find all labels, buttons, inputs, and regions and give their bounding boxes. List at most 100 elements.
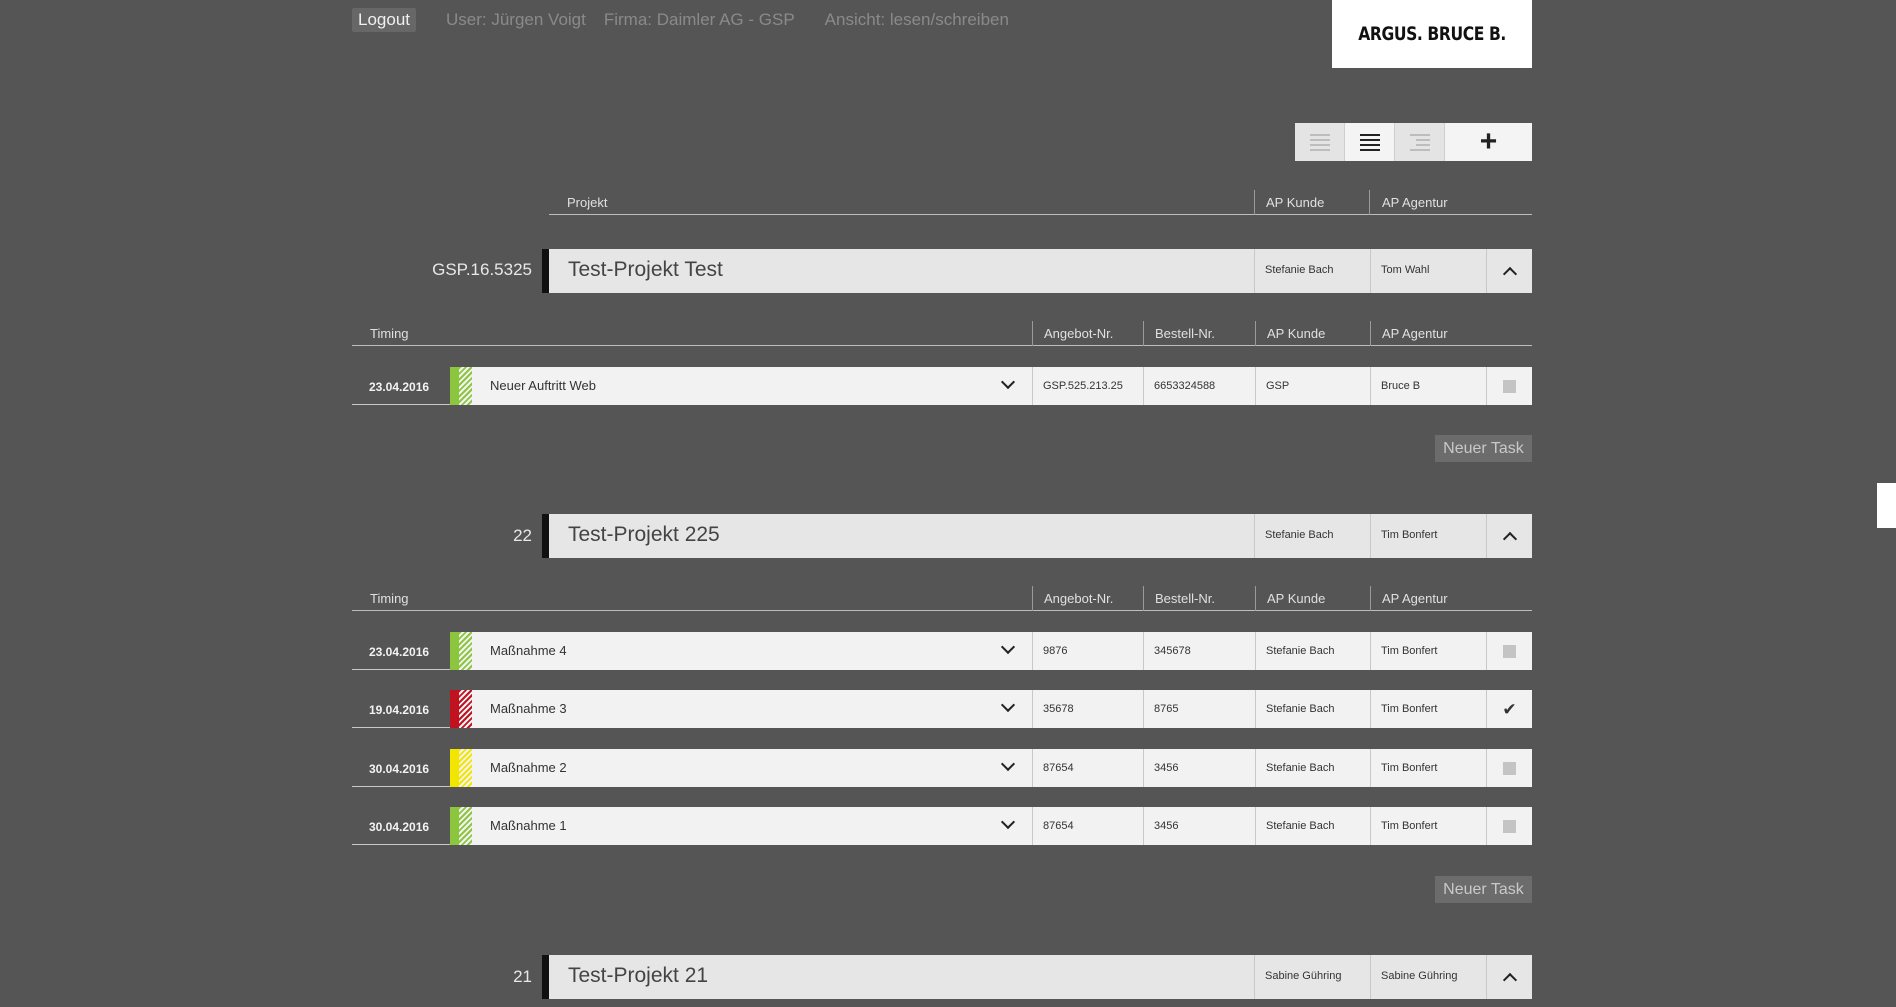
project-ap-kunde: Stefanie Bach [1254, 249, 1370, 293]
task-ap-agentur: Tim Bonfert [1370, 749, 1486, 787]
new-task-button[interactable]: Neuer Task [1435, 876, 1532, 903]
task-checkbox[interactable] [1486, 367, 1532, 405]
project-ap-agentur: Tom Wahl [1370, 249, 1486, 293]
list-detail-icon [1359, 133, 1380, 151]
add-project-button[interactable]: + [1445, 123, 1532, 161]
collapse-project-button[interactable] [1486, 955, 1532, 999]
task-checkbox[interactable] [1486, 749, 1532, 787]
task-row[interactable]: 30.04.2016 Maßnahme 2 87654 3456 Stefani… [352, 749, 1532, 787]
task-date: 30.04.2016 [352, 807, 450, 845]
project-number: 21 [513, 967, 532, 986]
task-date: 30.04.2016 [352, 749, 450, 787]
company-info: Firma: Daimler AG - GSP [603, 10, 795, 29]
view-compact-button[interactable] [1295, 123, 1345, 161]
task-angebot: 35678 [1032, 690, 1143, 728]
column-ap-kunde: AP Kunde [1267, 326, 1326, 341]
chevron-down-icon[interactable] [1000, 697, 1016, 713]
task-name: Maßnahme 3 [490, 701, 567, 716]
project-number: 22 [513, 526, 532, 545]
status-indicator-red [450, 690, 472, 728]
project-table-header: Projekt AP Kunde AP Agentur [549, 190, 1532, 215]
task-ap-kunde: Stefanie Bach [1255, 690, 1370, 728]
chevron-up-icon [1502, 266, 1517, 281]
task-date: 23.04.2016 [352, 632, 450, 670]
task-table-header: Timing Angebot-Nr. Bestell-Nr. AP Kunde … [352, 586, 1532, 611]
task-angebot: 87654 [1032, 807, 1143, 845]
task-ap-kunde: Stefanie Bach [1255, 632, 1370, 670]
project-row[interactable]: Test-Projekt Test Stefanie Bach Tom Wahl [542, 249, 1532, 293]
chevron-down-icon[interactable] [1000, 756, 1016, 772]
task-table-header: Timing Angebot-Nr. Bestell-Nr. AP Kunde … [352, 321, 1532, 346]
column-angebot: Angebot-Nr. [1044, 326, 1114, 341]
status-indicator-green [450, 807, 472, 845]
checkmark-icon: ✔ [1502, 699, 1517, 719]
task-ap-kunde: GSP [1255, 367, 1370, 405]
task-checkbox[interactable] [1486, 807, 1532, 845]
task-ap-agentur: Tim Bonfert [1370, 690, 1486, 728]
project-ap-agentur: Tim Bonfert [1370, 514, 1486, 558]
project-ap-kunde: Stefanie Bach [1254, 514, 1370, 558]
brand-logo-text: ARGUS. BRUCE B. [1358, 23, 1506, 45]
task-name: Maßnahme 4 [490, 643, 567, 658]
project-name: Test-Projekt 21 [568, 964, 709, 987]
chevron-up-icon [1502, 972, 1517, 987]
task-row[interactable]: 30.04.2016 Maßnahme 1 87654 3456 Stefani… [352, 807, 1532, 845]
task-bestell: 3456 [1143, 807, 1255, 845]
chevron-down-icon[interactable] [1000, 639, 1016, 655]
task-ap-kunde: Stefanie Bach [1255, 749, 1370, 787]
project-ap-agentur: Sabine Gühring [1370, 955, 1486, 999]
task-angebot: 87654 [1032, 749, 1143, 787]
column-timing: Timing [370, 326, 409, 341]
task-name: Neuer Auftritt Web [490, 378, 596, 393]
task-name: Maßnahme 1 [490, 818, 567, 833]
column-projekt: Projekt [567, 195, 608, 210]
view-mode-info: Ansicht: lesen/schreiben [824, 10, 1009, 29]
scrollbar-handle[interactable] [1877, 483, 1896, 528]
user-info: User: Jürgen Voigt [446, 10, 586, 29]
project-ap-kunde: Sabine Gühring [1254, 955, 1370, 999]
task-ap-agentur: Tim Bonfert [1370, 807, 1486, 845]
task-date: 23.04.2016 [352, 367, 450, 405]
column-ap-kunde: AP Kunde [1266, 195, 1325, 210]
chevron-up-icon [1502, 531, 1517, 546]
view-indent-button[interactable] [1395, 123, 1445, 161]
collapse-project-button[interactable] [1486, 249, 1532, 293]
column-ap-agentur: AP Agentur [1382, 195, 1448, 210]
task-angebot: 9876 [1032, 632, 1143, 670]
column-bestell: Bestell-Nr. [1155, 326, 1215, 341]
view-toolbar: + [1295, 123, 1532, 161]
list-compact-icon [1309, 133, 1330, 151]
task-bestell: 8765 [1143, 690, 1255, 728]
top-bar: Logout User: Jürgen Voigt Firma: Daimler… [352, 7, 1027, 33]
project-row[interactable]: Test-Projekt 225 Stefanie Bach Tim Bonfe… [542, 514, 1532, 558]
chevron-down-icon[interactable] [1000, 374, 1016, 390]
list-indent-icon [1409, 133, 1430, 151]
column-bestell: Bestell-Nr. [1155, 591, 1215, 606]
task-checkbox-checked[interactable]: ✔ [1486, 690, 1532, 728]
plus-icon: + [1479, 125, 1498, 158]
project-row[interactable]: Test-Projekt 21 Sabine Gühring Sabine Gü… [542, 955, 1532, 999]
task-bestell: 3456 [1143, 749, 1255, 787]
task-bestell: 6653324588 [1143, 367, 1255, 405]
column-angebot: Angebot-Nr. [1044, 591, 1114, 606]
task-row[interactable]: 23.04.2016 Maßnahme 4 9876 345678 Stefan… [352, 632, 1532, 670]
task-row[interactable]: 23.04.2016 Neuer Auftritt Web GSP.525.21… [352, 367, 1532, 405]
chevron-down-icon[interactable] [1000, 814, 1016, 830]
column-ap-agentur: AP Agentur [1382, 326, 1448, 341]
project-name: Test-Projekt 225 [568, 523, 720, 546]
status-indicator-green [450, 367, 472, 405]
logout-button[interactable]: Logout [352, 8, 416, 32]
view-detail-button[interactable] [1345, 123, 1395, 161]
task-ap-agentur: Tim Bonfert [1370, 632, 1486, 670]
task-date: 19.04.2016 [352, 690, 450, 728]
task-angebot: GSP.525.213.25 [1032, 367, 1143, 405]
task-checkbox[interactable] [1486, 632, 1532, 670]
new-task-button[interactable]: Neuer Task [1435, 435, 1532, 462]
task-ap-kunde: Stefanie Bach [1255, 807, 1370, 845]
status-indicator-green [450, 632, 472, 670]
collapse-project-button[interactable] [1486, 514, 1532, 558]
task-bestell: 345678 [1143, 632, 1255, 670]
task-row[interactable]: 19.04.2016 Maßnahme 3 35678 8765 Stefani… [352, 690, 1532, 728]
column-timing: Timing [370, 591, 409, 606]
column-ap-agentur: AP Agentur [1382, 591, 1448, 606]
